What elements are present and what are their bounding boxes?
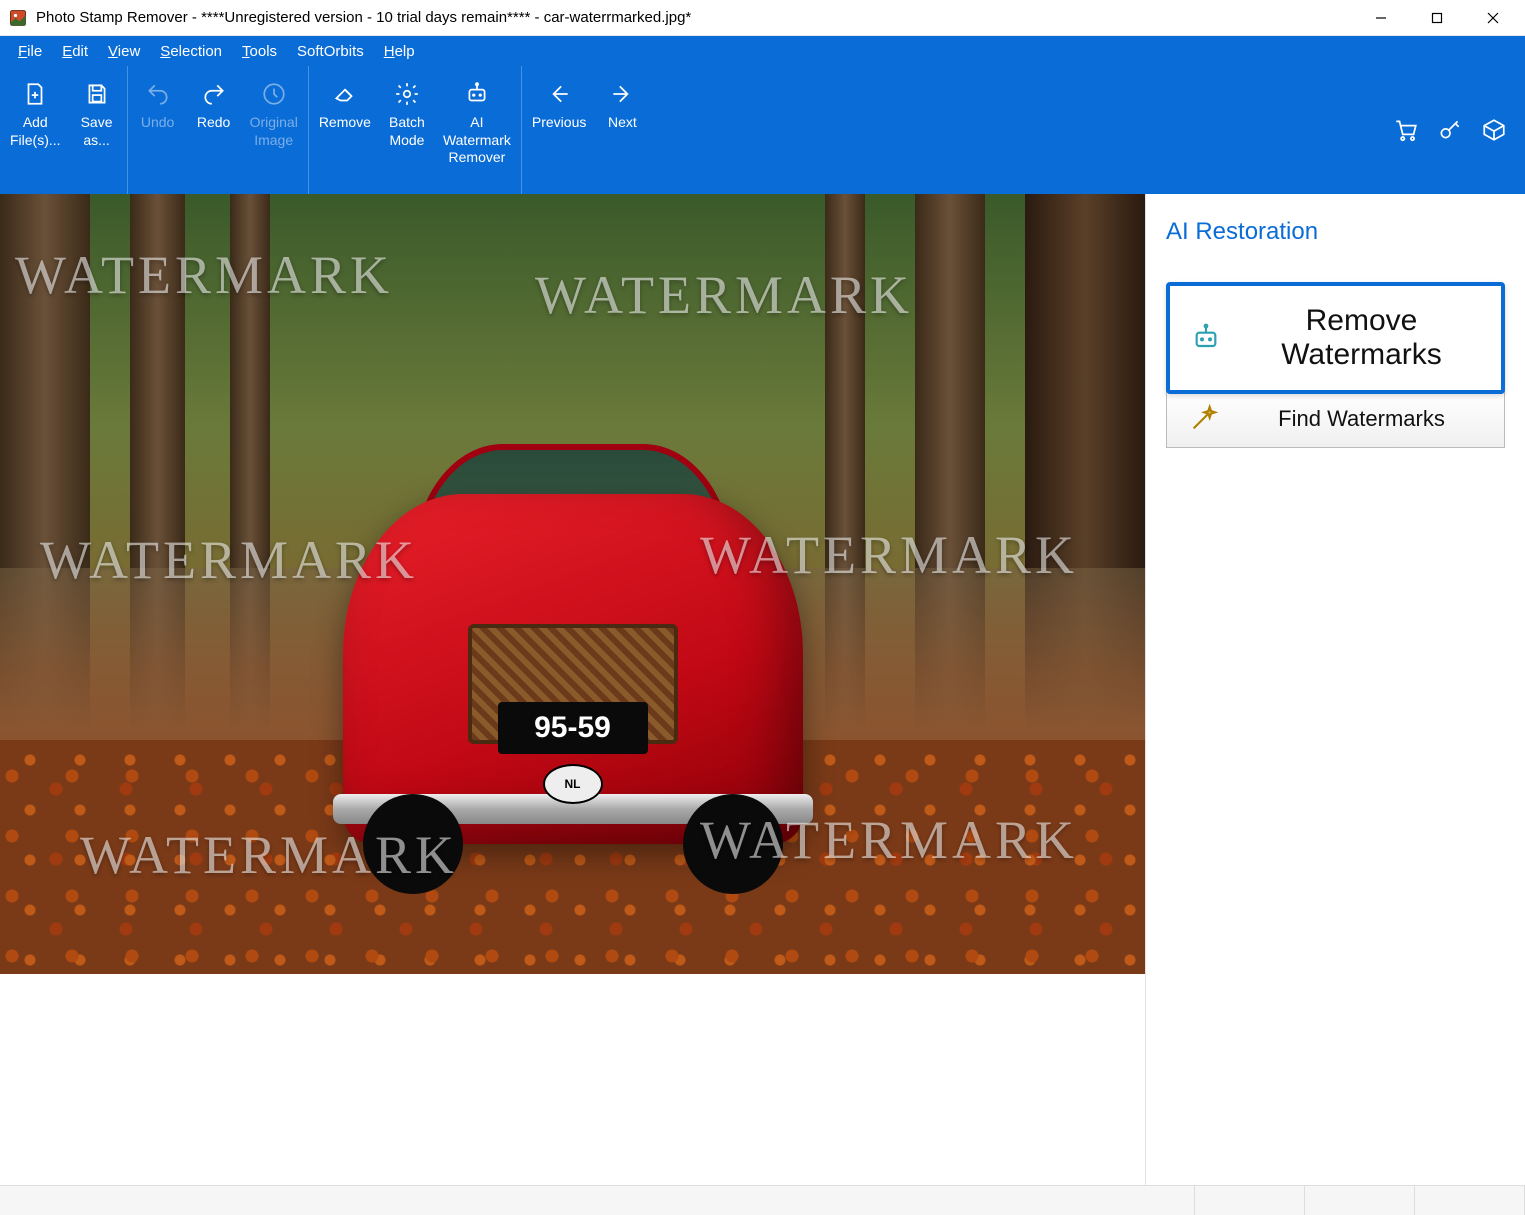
previous-button[interactable]: Previous xyxy=(524,72,594,188)
menu-file[interactable]: File xyxy=(8,39,52,64)
arrow-right-icon xyxy=(609,78,635,110)
find-watermarks-button[interactable]: Find Watermarks xyxy=(1166,390,1505,448)
menu-tools[interactable]: Tools xyxy=(232,39,287,64)
right-panel: AI Restoration Remove Watermarks Find Wa… xyxy=(1145,194,1525,1185)
key-icon[interactable] xyxy=(1435,115,1465,145)
add-files-button[interactable]: Add File(s)... xyxy=(2,72,69,188)
cart-icon[interactable] xyxy=(1391,115,1421,145)
menubar: File Edit View Selection Tools SoftOrbit… xyxy=(0,36,1525,66)
arrow-left-icon xyxy=(546,78,572,110)
car-illustration: 95-59 NL xyxy=(343,424,803,904)
panel-title: AI Restoration xyxy=(1166,218,1505,246)
wand-icon xyxy=(1187,403,1219,435)
titlebar: Photo Stamp Remover - ****Unregistered v… xyxy=(0,0,1525,36)
robot-icon xyxy=(464,78,490,110)
close-button[interactable] xyxy=(1465,0,1521,36)
original-image-button[interactable]: Original Image xyxy=(242,72,306,188)
add-file-icon xyxy=(22,78,48,110)
canvas-area: 95-59 NL WATERMARK WATERMARK WATERMARK W… xyxy=(0,194,1145,1185)
license-plate: 95-59 xyxy=(498,702,648,754)
gear-icon xyxy=(394,78,420,110)
image-viewport[interactable]: 95-59 NL WATERMARK WATERMARK WATERMARK W… xyxy=(0,194,1145,974)
minimize-button[interactable] xyxy=(1353,0,1409,36)
batch-mode-button[interactable]: Batch Mode xyxy=(379,72,435,188)
menu-view[interactable]: View xyxy=(98,39,150,64)
redo-button[interactable]: Redo xyxy=(186,72,242,188)
robot-icon xyxy=(1190,322,1222,354)
menu-help[interactable]: Help xyxy=(374,39,425,64)
toolbar: Add File(s)... Save as... Undo Redo Orig… xyxy=(0,66,1525,194)
window-title: Photo Stamp Remover - ****Unregistered v… xyxy=(36,9,1353,26)
menu-softorbits[interactable]: SoftOrbits xyxy=(287,39,374,64)
save-icon xyxy=(84,78,110,110)
content-area: 95-59 NL WATERMARK WATERMARK WATERMARK W… xyxy=(0,194,1525,1185)
country-badge: NL xyxy=(543,764,603,804)
next-button[interactable]: Next xyxy=(594,72,650,188)
save-as-button[interactable]: Save as... xyxy=(69,72,125,188)
redo-icon xyxy=(201,78,227,110)
canvas-empty-area xyxy=(0,974,1145,1185)
remove-watermarks-button[interactable]: Remove Watermarks xyxy=(1166,282,1505,394)
eraser-icon xyxy=(332,78,358,110)
menu-selection[interactable]: Selection xyxy=(150,39,232,64)
menu-edit[interactable]: Edit xyxy=(52,39,98,64)
statusbar xyxy=(0,1185,1525,1215)
history-icon xyxy=(261,78,287,110)
remove-button[interactable]: Remove xyxy=(311,72,379,188)
app-icon xyxy=(8,8,28,28)
undo-button[interactable]: Undo xyxy=(130,72,186,188)
maximize-button[interactable] xyxy=(1409,0,1465,36)
package-icon[interactable] xyxy=(1479,115,1509,145)
undo-icon xyxy=(145,78,171,110)
ai-watermark-remover-button[interactable]: AI Watermark Remover xyxy=(435,72,519,188)
